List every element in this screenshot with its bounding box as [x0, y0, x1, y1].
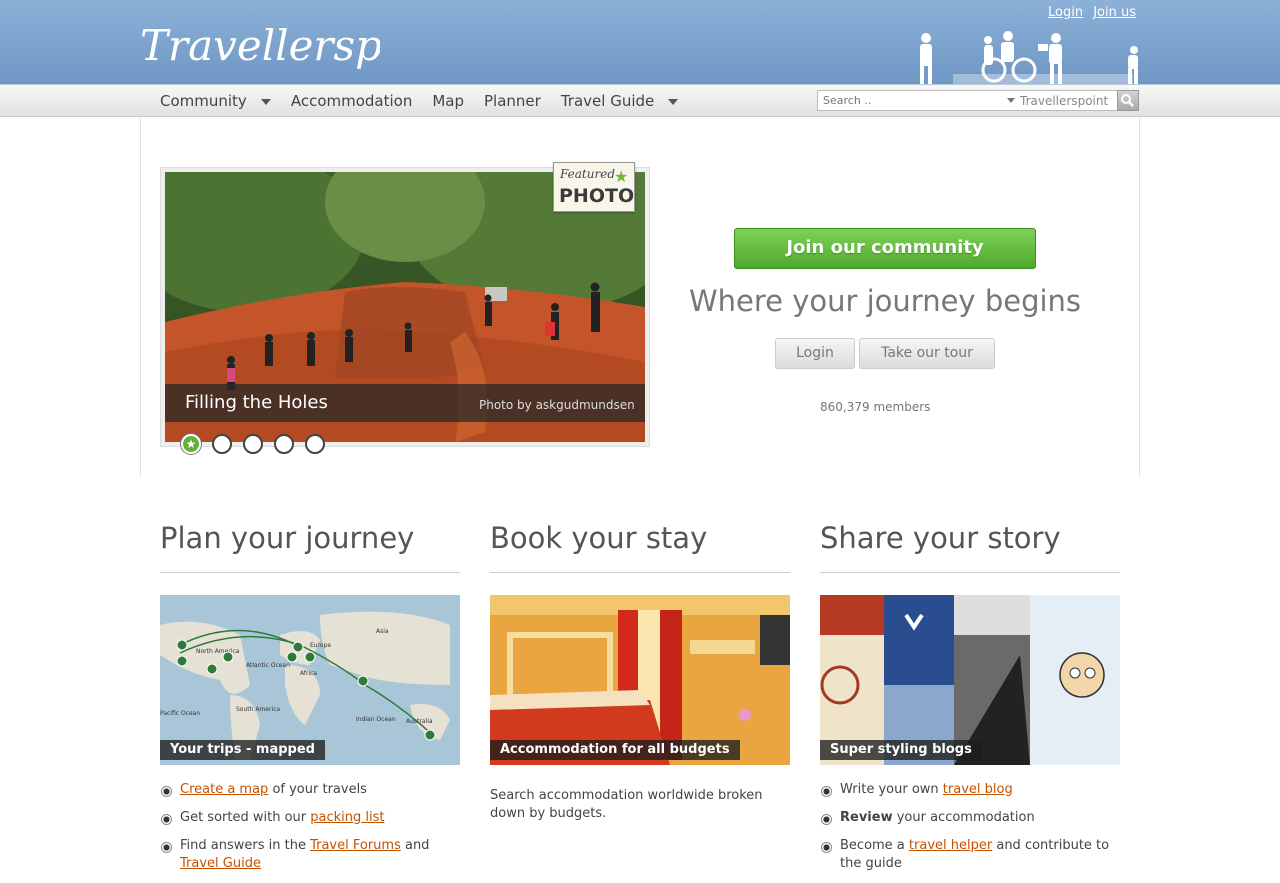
star-icon: ★	[614, 167, 629, 186]
list-item: Get sorted with our packing list	[160, 809, 460, 827]
badge-line1: Featured	[560, 167, 615, 181]
book-description: Search accommodation worldwide broken do…	[490, 788, 763, 821]
nav-accommodation-label: Accommodation	[290, 92, 413, 110]
nav-community-label: Community	[160, 92, 247, 110]
bullet-icon	[821, 786, 832, 797]
list-text: Become a	[840, 838, 909, 853]
nav-travel-guide[interactable]: Travel Guide	[560, 92, 679, 110]
list-text: of your travels	[268, 782, 367, 797]
search-input[interactable]	[817, 90, 1003, 111]
join-us-link[interactable]: Join us	[1093, 5, 1136, 20]
nav-planner-label: Planner	[484, 92, 541, 110]
packing-list-link[interactable]: packing list	[310, 810, 384, 825]
top-links: Login Join us	[1042, 5, 1136, 20]
list-item: Become a travel helper and contribute to…	[820, 837, 1120, 873]
bullet-icon	[161, 814, 172, 825]
list-text: and	[400, 838, 430, 853]
book-column: Book your stay Accommodation for all bud…	[490, 515, 790, 821]
main-nav-bar: Community Accommodation Map Planner Trav…	[0, 84, 1280, 117]
nav-planner[interactable]: Planner	[484, 92, 541, 110]
book-heading: Book your stay	[490, 515, 790, 573]
map-label: Pacific Ocean	[160, 710, 200, 717]
styling-blogs-label: Super styling blogs	[820, 740, 982, 760]
site-header: Travellerspoint Login Join us	[0, 0, 1280, 84]
share-list: Write your own travel blog Review your a…	[820, 781, 1120, 883]
chevron-down-icon[interactable]	[260, 99, 271, 105]
magnifier-icon	[1121, 94, 1134, 107]
list-item: Review your accommodation	[820, 809, 1120, 827]
share-heading: Share your story	[820, 515, 1120, 573]
accommodation-label: Accommodation for all budgets	[490, 740, 740, 760]
travel-guide-link[interactable]: Travel Guide	[180, 856, 261, 871]
plan-list: Create a map of your travels Get sorted …	[160, 781, 460, 883]
map-label: Atlantic Ocean	[246, 662, 290, 669]
join-community-button[interactable]: Join our community	[734, 228, 1036, 269]
chevron-down-icon[interactable]	[668, 99, 679, 105]
travellers-silhouettes-icon	[920, 31, 1138, 84]
badge-line2: PHOTO	[559, 185, 635, 207]
map-label: North America	[196, 648, 240, 655]
nav-community[interactable]: Community	[160, 92, 271, 110]
search-scope-select[interactable]: Travellerspoint	[1002, 90, 1118, 111]
bullet-icon	[161, 842, 172, 853]
svg-text:Travellerspoint: Travellerspoint	[140, 21, 380, 70]
slide-dot[interactable]	[305, 434, 325, 454]
photo-credit: Photo by askgudmundsen	[479, 398, 635, 412]
list-item: Find answers in the Travel Forums and Tr…	[160, 837, 460, 873]
photo-title[interactable]: Filling the Holes	[185, 392, 328, 413]
search-scope-value: Travellerspoint	[1020, 94, 1109, 108]
list-item: Create a map of your travels	[160, 781, 460, 799]
dropdown-triangle-icon	[1007, 98, 1015, 103]
travel-forums-link[interactable]: Travel Forums	[310, 838, 401, 853]
slide-dot[interactable]	[274, 434, 294, 454]
map-label: Europe	[310, 642, 331, 649]
list-text: Get sorted with our	[180, 810, 311, 825]
create-map-link[interactable]: Create a map	[180, 782, 268, 797]
list-text: your accommodation	[892, 810, 1035, 825]
slide-dot-active[interactable]: ★	[181, 434, 201, 454]
travel-blog-link[interactable]: travel blog	[943, 782, 1013, 797]
plan-heading: Plan your journey	[160, 515, 460, 573]
travellerspoint-logo[interactable]: Travellerspoint	[140, 16, 380, 72]
map-label: Africa	[300, 670, 317, 677]
travel-helper-link[interactable]: travel helper	[909, 838, 992, 853]
nav-travel-guide-label: Travel Guide	[560, 92, 655, 110]
login-button[interactable]: Login	[775, 338, 855, 369]
search-button[interactable]	[1117, 90, 1139, 111]
list-text: Write your own	[840, 782, 943, 797]
map-label: Australia	[406, 718, 433, 725]
list-item: Write your own travel blog	[820, 781, 1120, 799]
slide-dot[interactable]	[212, 434, 232, 454]
share-column: Share your story Super styling blogs Wri…	[820, 515, 1120, 871]
list-bold: Review	[840, 810, 893, 825]
member-count: 860,379 members	[820, 400, 931, 414]
list-text: Find answers in the	[180, 838, 311, 853]
featured-photo-badge: Featured ★ PHOTO	[553, 162, 635, 212]
tagline: Where your journey begins	[688, 284, 1082, 318]
login-link[interactable]: Login	[1048, 5, 1083, 20]
main-nav: Community Accommodation Map Planner Trav…	[160, 85, 698, 117]
trips-mapped-label: Your trips - mapped	[160, 740, 325, 760]
nav-accommodation[interactable]: Accommodation	[291, 92, 413, 110]
slide-dot[interactable]	[243, 434, 263, 454]
bullet-icon	[821, 842, 832, 853]
map-label: South America	[236, 706, 280, 713]
map-label: Asia	[376, 628, 389, 635]
bullet-icon	[161, 786, 172, 797]
plan-column: Plan your journey North America Atlantic…	[160, 515, 460, 871]
map-label: Indian Ocean	[356, 716, 396, 723]
slideshow-dots: ★	[181, 434, 336, 454]
take-tour-button[interactable]: Take our tour	[859, 338, 995, 369]
nav-map[interactable]: Map	[432, 92, 464, 110]
nav-map-label: Map	[432, 92, 465, 110]
bullet-icon	[821, 814, 832, 825]
